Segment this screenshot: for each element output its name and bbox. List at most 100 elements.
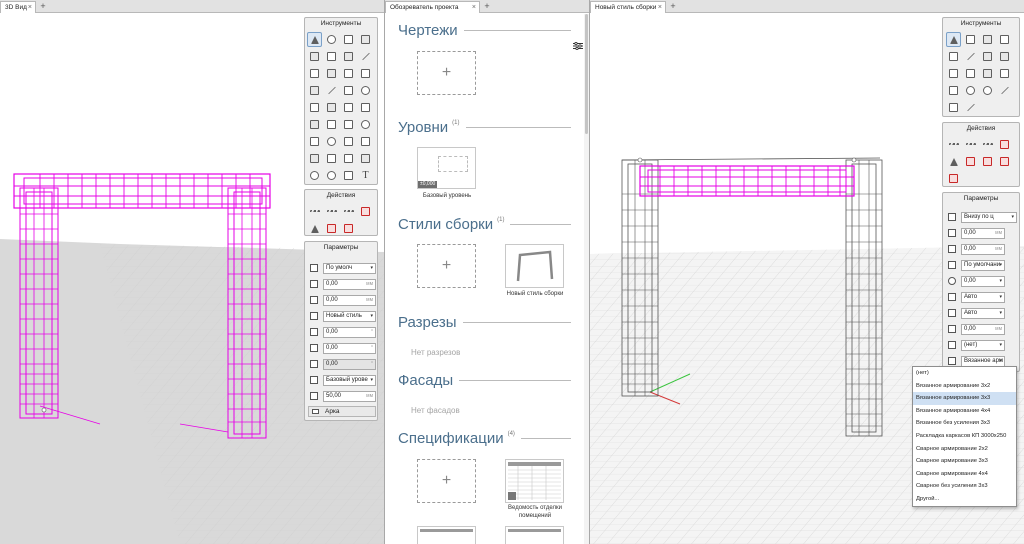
rebar-shape-tool-icon[interactable] <box>341 117 356 132</box>
close-icon[interactable]: × <box>28 2 32 13</box>
add-assembly-style-button[interactable]: + <box>417 244 476 288</box>
fabric-tool-icon[interactable] <box>307 134 322 149</box>
transform-tool-icon[interactable] <box>324 32 339 47</box>
slab-tool-icon[interactable] <box>307 49 322 64</box>
mirror-action-icon[interactable] <box>358 204 373 219</box>
furniture-tool-icon[interactable] <box>307 100 322 115</box>
array-action-icon[interactable] <box>963 137 978 152</box>
profile-select[interactable]: (нет) ▾ <box>961 339 1005 351</box>
scrollbar-thumb[interactable] <box>585 14 588 134</box>
length-field[interactable]: 0,00 мм <box>961 323 1005 335</box>
sink-tool-icon[interactable] <box>324 100 339 115</box>
document-tool-icon[interactable] <box>963 66 978 81</box>
tab-new-assembly-style[interactable]: Новый стиль сборки × <box>590 1 666 13</box>
pencil-tool-icon[interactable] <box>963 49 978 64</box>
opening-tool-icon[interactable] <box>946 100 961 115</box>
door-tool-icon[interactable] <box>341 66 356 81</box>
pipe-tool-icon[interactable] <box>963 83 978 98</box>
trim-action-icon[interactable] <box>341 221 356 236</box>
reinforcement-select[interactable]: Вязанное арм ▾ <box>961 355 1005 367</box>
stirrup-tool-icon[interactable] <box>980 83 995 98</box>
close-icon[interactable]: × <box>658 2 662 13</box>
align-action-icon[interactable] <box>324 221 339 236</box>
cover-1-select[interactable]: Авто ▾ <box>961 291 1005 303</box>
column-tool-icon[interactable] <box>358 32 373 47</box>
beam-tool-icon[interactable] <box>324 49 339 64</box>
dropdown-option[interactable]: (нет) <box>913 367 1016 380</box>
dimension-tool-icon[interactable] <box>341 151 356 166</box>
rectangle-tool-icon[interactable] <box>341 32 356 47</box>
select-tool-icon[interactable] <box>946 32 961 47</box>
anchor-select[interactable]: По умолч ▾ <box>323 262 376 274</box>
equipment-tool-icon[interactable] <box>997 66 1012 81</box>
offset-x-field[interactable]: 0,00 мм <box>323 278 376 290</box>
rotate-action-icon[interactable] <box>307 221 322 236</box>
stirrup-tool-icon[interactable] <box>324 134 339 149</box>
dropdown-option[interactable]: Сварное армирование 3х3 <box>913 455 1016 468</box>
assembly-style-thumbnail[interactable] <box>505 244 564 288</box>
add-drawing-button[interactable]: + <box>417 51 476 95</box>
pipe-tool-icon[interactable] <box>358 83 373 98</box>
tree-tool-icon[interactable] <box>341 100 356 115</box>
dropdown-option[interactable]: Вязанное армирование 3х2 <box>913 380 1016 393</box>
style-select[interactable]: По умолчани ▾ <box>961 259 1005 271</box>
add-tab-icon[interactable]: + <box>667 1 679 12</box>
divide-action-icon[interactable] <box>307 204 322 219</box>
text-tool-icon[interactable]: T <box>358 168 373 183</box>
document-tool-icon[interactable] <box>358 66 373 81</box>
divide-action-icon[interactable] <box>946 137 961 152</box>
section-sections[interactable]: Разрезы <box>398 314 571 331</box>
name-field[interactable]: Арка <box>308 406 376 417</box>
anchor-tool-icon[interactable] <box>358 134 373 149</box>
cover-2-select[interactable]: Авто ▾ <box>961 307 1005 319</box>
railing-tool-icon[interactable] <box>980 66 995 81</box>
level-select[interactable]: Базовый урове ▾ <box>323 374 376 386</box>
line-tool-icon[interactable] <box>324 83 339 98</box>
connector-tool-icon[interactable] <box>341 134 356 149</box>
cable-tool-icon[interactable] <box>324 168 339 183</box>
tab-project-browser[interactable]: Обозреватель проекта × <box>385 1 480 13</box>
height-field[interactable]: 50,00 мм <box>323 390 376 402</box>
line-tool-icon[interactable] <box>997 83 1012 98</box>
angle-2-field[interactable]: 0,00 ° <box>323 342 376 354</box>
offset-action-icon[interactable] <box>341 204 356 219</box>
select-tool-icon[interactable] <box>307 32 322 47</box>
add-tab-icon[interactable]: + <box>37 1 49 12</box>
stair-tool-icon[interactable] <box>307 66 322 81</box>
align-action-icon[interactable] <box>963 154 978 169</box>
pencil-tool-icon[interactable] <box>358 49 373 64</box>
mirror-action-icon[interactable] <box>997 137 1012 152</box>
close-icon[interactable]: × <box>472 2 476 13</box>
wall-tool-icon[interactable] <box>341 49 356 64</box>
camera-tool-icon[interactable] <box>307 151 322 166</box>
equipment-tool-icon[interactable] <box>341 83 356 98</box>
column-tool-icon[interactable] <box>980 32 995 47</box>
add-tab-icon[interactable]: + <box>481 1 493 12</box>
railing-tool-icon[interactable] <box>307 83 322 98</box>
style-select[interactable]: Новый стиль ▾ <box>323 310 376 322</box>
copy-action-icon[interactable] <box>980 154 995 169</box>
section-levels[interactable]: Уровни (1) <box>398 119 571 136</box>
door-tool-icon[interactable] <box>946 66 961 81</box>
offset-action-icon[interactable] <box>980 137 995 152</box>
bent-bar-tool-icon[interactable] <box>358 117 373 132</box>
section-facades[interactable]: Фасады <box>398 372 571 389</box>
furniture-tool-icon[interactable] <box>946 83 961 98</box>
rotate-action-icon[interactable] <box>946 154 961 169</box>
section-specifications[interactable]: Спецификации (4) <box>398 430 571 447</box>
slab-tool-icon[interactable] <box>980 49 995 64</box>
filter-icon[interactable] <box>573 41 583 51</box>
spiral-tool-icon[interactable] <box>307 168 322 183</box>
dropdown-option-other[interactable]: Другой... <box>913 493 1016 506</box>
dropdown-option[interactable]: Сварное армирование 4х4 <box>913 468 1016 481</box>
angle-select[interactable]: 0,00 ▾ <box>961 275 1005 287</box>
offset-x-field[interactable]: 0,00 мм <box>961 227 1005 239</box>
angle-3-field[interactable]: 0,00 ° <box>323 358 376 370</box>
angle-1-field[interactable]: 0,00 ° <box>323 326 376 338</box>
dropdown-option[interactable]: Сварное армирование 2х2 <box>913 443 1016 456</box>
specification-thumbnail-3[interactable] <box>505 526 564 544</box>
sheet-tool-icon[interactable] <box>324 151 339 166</box>
column-element-tool-icon[interactable] <box>358 151 373 166</box>
dropdown-option-selected[interactable]: Вязанное армирование 3х3 <box>913 392 1016 405</box>
offset-y-field[interactable]: 0,00 мм <box>961 243 1005 255</box>
